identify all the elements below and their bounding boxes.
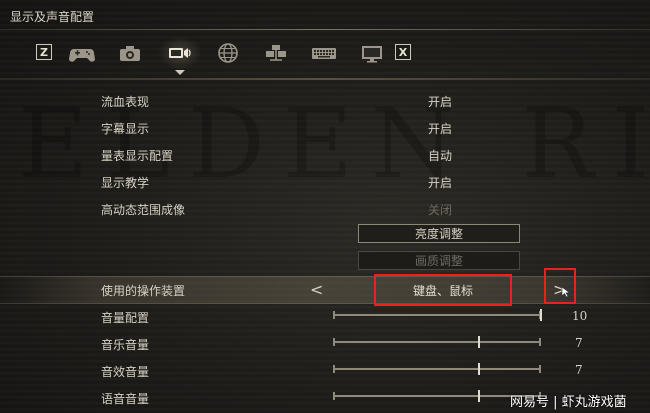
- setting-row-subtitles[interactable]: 字幕显示 开启: [0, 115, 650, 141]
- sfx-volume-value: 7: [575, 363, 583, 377]
- setting-value: 关闭: [428, 203, 453, 217]
- setting-label: 高动态范围成像: [101, 203, 186, 217]
- monitor-icon: [362, 46, 382, 63]
- setting-label: 音乐音量: [101, 338, 150, 352]
- music-volume-slider-max-cap: [539, 338, 541, 346]
- network-icon: [266, 45, 286, 61]
- music-volume-slider-thumb[interactable]: [477, 336, 480, 348]
- brightness-button[interactable]: 亮度调整: [358, 224, 520, 243]
- gamepad-icon: [69, 49, 95, 62]
- keyboard-icon: [312, 48, 336, 59]
- tab-network[interactable]: [258, 38, 294, 68]
- tab-gamepad[interactable]: [64, 38, 100, 68]
- master-volume-value: 10: [572, 309, 588, 323]
- music-volume-value: 7: [575, 336, 583, 350]
- sfx-volume-slider-track[interactable]: [333, 368, 541, 370]
- highlight-box-next: [544, 268, 576, 304]
- master-volume-slider-track[interactable]: [333, 314, 541, 316]
- page-title: 显示及声音配置: [10, 10, 95, 24]
- mouse-cursor-icon: [561, 286, 571, 298]
- setting-row-master-volume[interactable]: 音量配置: [0, 304, 650, 330]
- setting-row-blood[interactable]: 流血表现 开启: [0, 88, 650, 114]
- setting-label: 显示教学: [101, 176, 150, 190]
- input-device-prev-arrow[interactable]: <: [310, 280, 323, 299]
- tab-keyboard[interactable]: [306, 38, 342, 68]
- setting-row-music-volume[interactable]: 音乐音量: [0, 331, 650, 357]
- setting-value: 开启: [428, 176, 453, 190]
- master-volume-slider-min-cap: [333, 311, 335, 319]
- master-volume-slider-thumb[interactable]: [540, 309, 542, 321]
- sfx-volume-slider-min-cap: [333, 365, 335, 373]
- tab-monitor[interactable]: [354, 38, 390, 68]
- setting-label: 语音音量: [101, 392, 150, 406]
- image-quality-button: 画质调整: [358, 251, 520, 270]
- setting-row-hdr[interactable]: 高动态范围成像 关闭: [0, 196, 650, 222]
- music-volume-slider-min-cap: [333, 338, 335, 346]
- title-divider: [0, 29, 650, 30]
- highlight-box-value: [374, 274, 512, 306]
- setting-value: 自动: [428, 149, 453, 163]
- setting-value: 开启: [428, 122, 453, 136]
- music-volume-slider-track[interactable]: [333, 341, 541, 343]
- setting-label: 音效音量: [101, 365, 150, 379]
- tab-camera[interactable]: [112, 38, 148, 68]
- active-tab-pointer: [175, 70, 185, 75]
- tab-globe[interactable]: [210, 38, 246, 68]
- setting-label: 流血表现: [101, 95, 150, 109]
- sfx-volume-slider-thumb[interactable]: [477, 363, 480, 375]
- setting-row-sfx-volume[interactable]: 音效音量: [0, 358, 650, 384]
- voice-volume-slider-min-cap: [333, 392, 335, 400]
- display-sound-icon: [169, 48, 191, 58]
- setting-label: 音量配置: [101, 311, 150, 325]
- sfx-volume-slider-max-cap: [539, 365, 541, 373]
- camera-icon: [120, 46, 140, 61]
- next-tab-key[interactable]: X: [395, 44, 411, 60]
- watermark-text: 网易号 | 虾丸游戏菌: [510, 395, 627, 410]
- prev-tab-key[interactable]: Z: [36, 44, 52, 60]
- setting-label: 量表显示配置: [101, 149, 174, 163]
- tabbar-divider: [0, 78, 650, 80]
- setting-label: 字幕显示: [101, 122, 150, 136]
- setting-row-hud[interactable]: 量表显示配置 自动: [0, 142, 650, 168]
- setting-value: 开启: [428, 95, 453, 109]
- tab-display-sound[interactable]: [162, 38, 198, 68]
- voice-volume-slider-thumb[interactable]: [477, 390, 480, 402]
- tab-bar: Z X: [0, 34, 650, 75]
- globe-icon: [218, 43, 238, 63]
- setting-row-tutorials[interactable]: 显示教学 开启: [0, 169, 650, 195]
- setting-label: 使用的操作装置: [101, 284, 186, 298]
